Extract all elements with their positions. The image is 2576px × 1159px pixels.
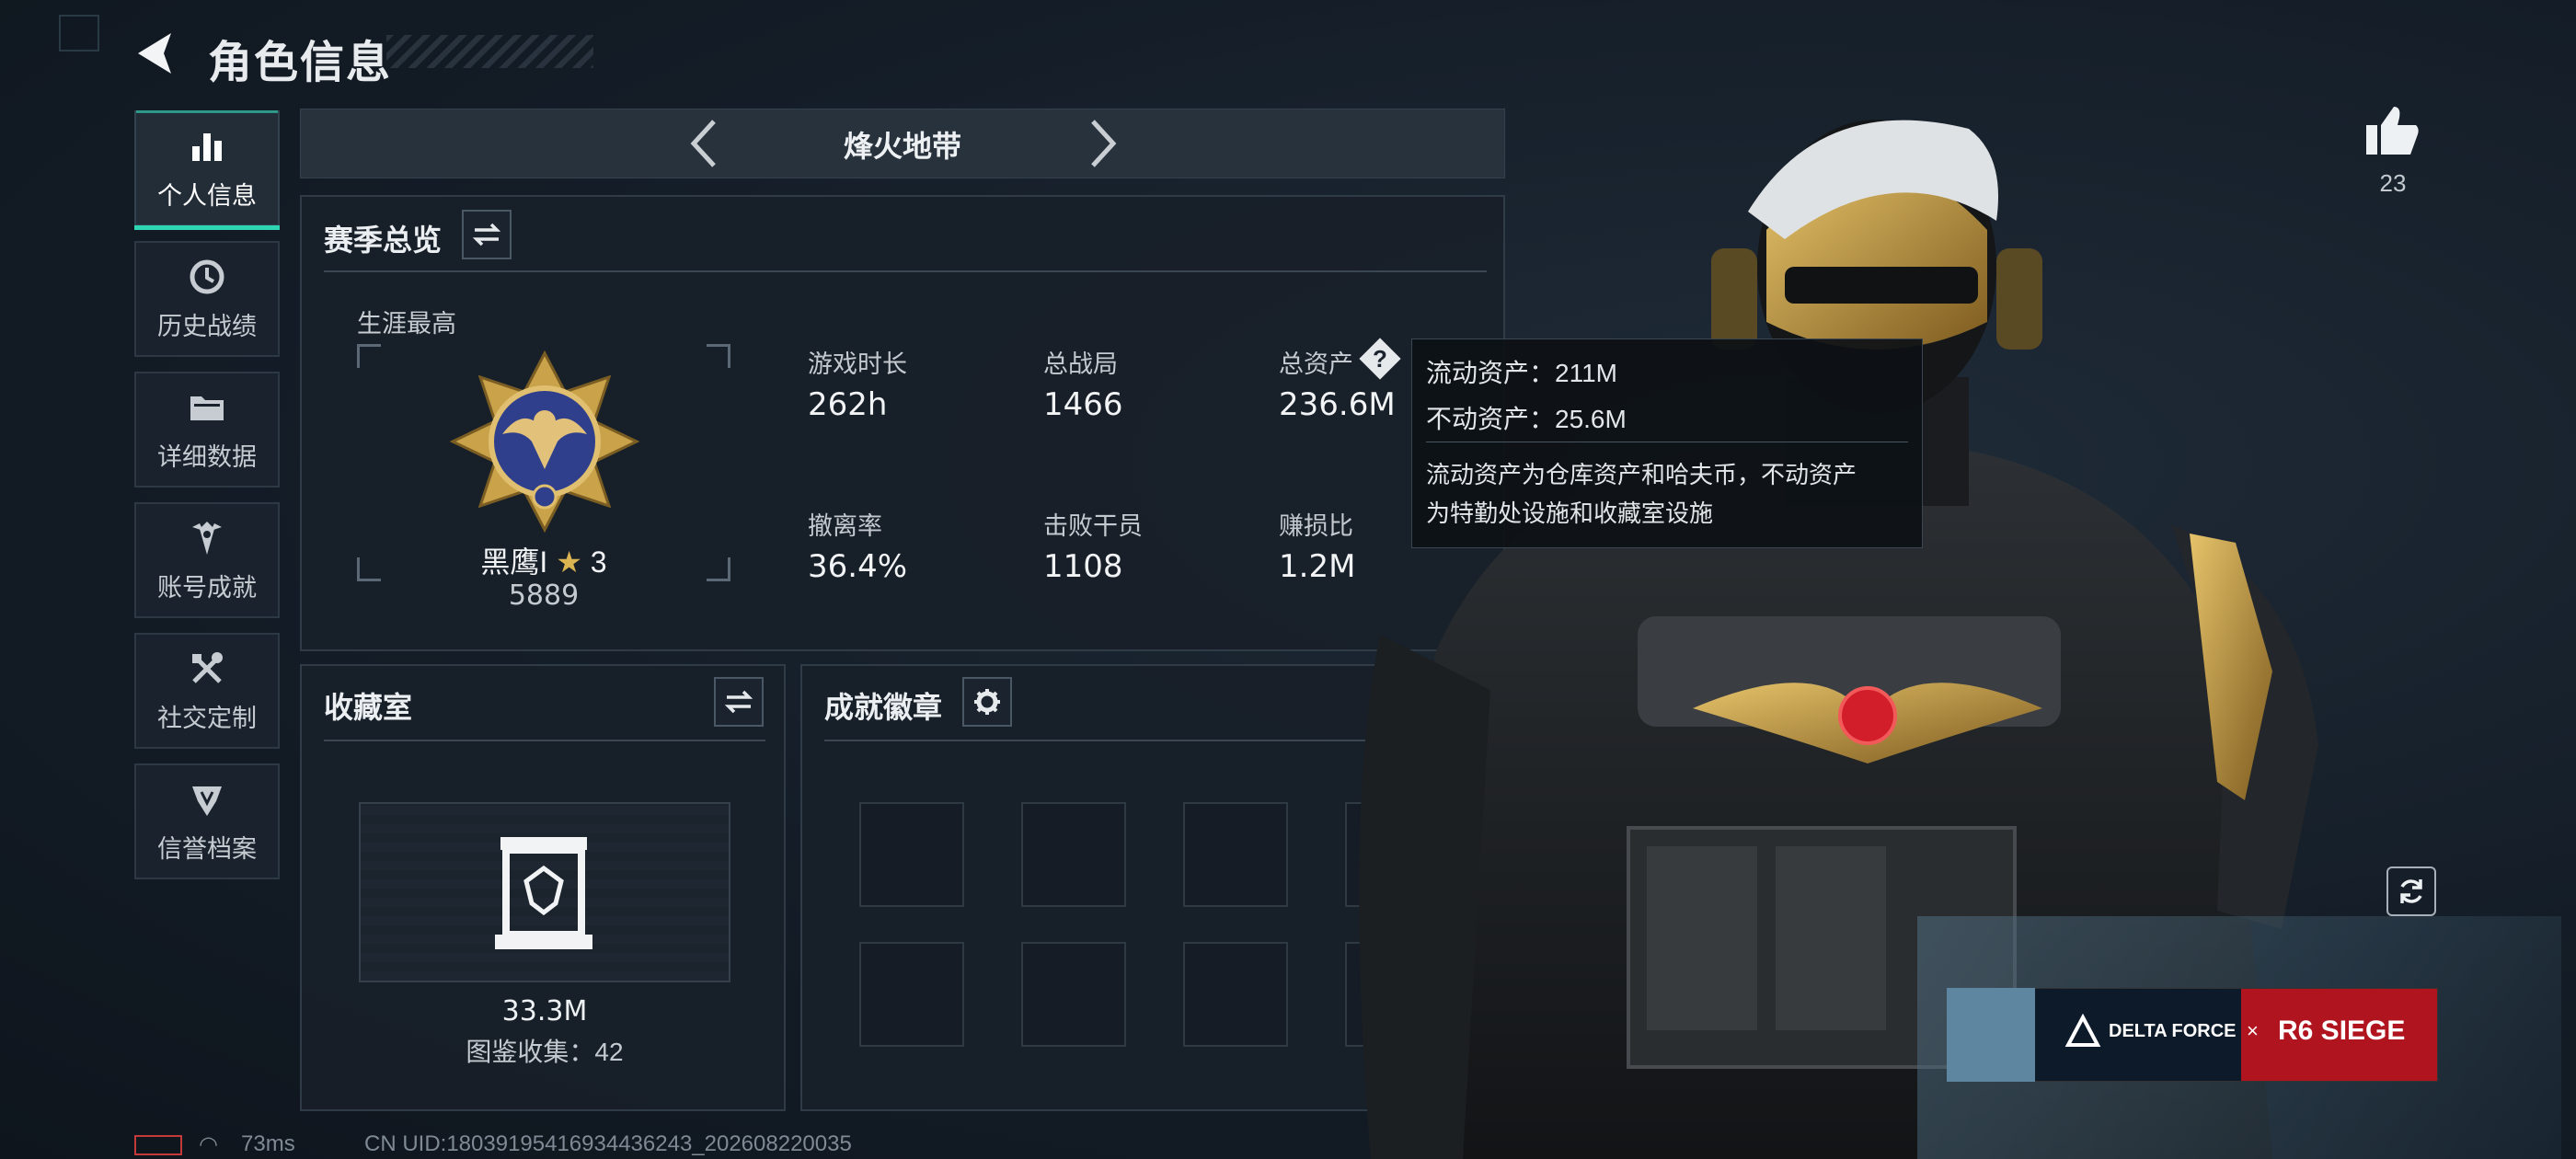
banner-brand2: R6 SIEGE — [2278, 1016, 2406, 1046]
thumbs-up-icon[interactable] — [2364, 103, 2421, 158]
star-icon: ★ — [556, 545, 582, 579]
rank-name: 黑鹰I — [480, 545, 548, 579]
display-case-icon — [495, 837, 592, 949]
sidebar-item-credit[interactable]: 信誉档案 — [134, 763, 280, 879]
gear-icon — [974, 689, 1000, 715]
rank-score: 5889 — [508, 580, 580, 612]
sidebar-item-label: 历史战绩 — [157, 312, 257, 340]
bar-chart-icon — [192, 132, 222, 161]
likes-count: 23 — [2379, 169, 2407, 197]
badges-settings-button[interactable] — [962, 677, 1012, 727]
delta-force-logo-icon — [2064, 1014, 2101, 1047]
collection-switch-button[interactable] — [714, 677, 764, 727]
stat-value-playtime: 262h — [808, 386, 888, 423]
page-title: 角色信息 — [208, 39, 393, 87]
badges-title: 成就徽章 — [824, 691, 943, 724]
collection-value: 33.3M — [501, 995, 588, 1027]
stat-label-kills: 击败干员 — [1043, 512, 1143, 540]
rank-emblem-icon — [449, 350, 640, 534]
sidebar-item-label: 详细数据 — [157, 442, 257, 471]
badge-slot[interactable] — [859, 942, 964, 1047]
wifi-icon: ◠ — [199, 1132, 218, 1157]
badge-slot[interactable] — [1021, 802, 1126, 907]
sidebar-item-history[interactable]: 历史战绩 — [134, 241, 280, 357]
sidebar-item-personal-info[interactable]: 个人信息 — [134, 110, 280, 230]
tooltip-desc-line2: 为特勤处设施和收藏室设施 — [1426, 499, 1714, 527]
stat-value-extraction-rate: 36.4% — [808, 548, 908, 585]
badge-slot[interactable] — [1183, 802, 1288, 907]
banner-avatar — [1947, 988, 2035, 1082]
tools-icon — [192, 651, 223, 683]
title-stripes-decoration — [386, 35, 593, 68]
sidebar-item-label: 账号成就 — [157, 573, 257, 602]
badge-slot[interactable] — [859, 802, 964, 907]
history-icon — [190, 259, 224, 293]
uid-text: CN UID:18039195416934436243_202608220035 — [364, 1131, 852, 1156]
credit-icon — [192, 786, 222, 816]
stat-label-total-matches: 总战局 — [1043, 350, 1118, 378]
banner-brand1: DELTA FORCE — [2109, 1021, 2237, 1041]
badge-slot[interactable] — [1021, 942, 1126, 1047]
rank-stars: 3 — [590, 545, 607, 579]
sidebar-item-label: 社交定制 — [157, 704, 257, 732]
rank-name-row: 黑鹰I ★ 3 — [357, 539, 730, 581]
collection-title: 收藏室 — [324, 691, 413, 724]
season-switch-button[interactable] — [462, 210, 512, 259]
battery-icon — [134, 1135, 182, 1155]
tooltip-fixed-assets: 不动资产：25.6M — [1426, 405, 1627, 433]
refresh-button[interactable] — [2386, 866, 2436, 916]
swap-icon — [724, 690, 753, 714]
stat-label-extraction-rate: 撤离率 — [808, 512, 882, 540]
ping-value: 73ms — [241, 1131, 295, 1156]
badge-slot[interactable] — [1183, 942, 1288, 1047]
season-title: 赛季总览 — [324, 224, 443, 257]
panel-divider — [324, 740, 765, 741]
sidebar-item-detail-data[interactable]: 详细数据 — [134, 372, 280, 488]
corner-decoration — [59, 15, 99, 52]
tooltip-desc-line1: 流动资产为仓库资产和哈夫币，不动资产 — [1426, 461, 1857, 488]
back-arrow-icon[interactable] — [129, 26, 184, 81]
chevron-right-icon[interactable] — [1084, 116, 1121, 171]
sidebar-item-social[interactable]: 社交定制 — [134, 633, 280, 749]
sidebar-item-label: 个人信息 — [157, 181, 257, 210]
banner-x: × — [2247, 1019, 2259, 1042]
sidebar-item-achievements[interactable]: 账号成就 — [134, 502, 280, 618]
stat-label-playtime: 游戏时长 — [808, 350, 907, 378]
refresh-icon — [2400, 879, 2422, 903]
achievement-icon — [192, 521, 222, 555]
collection-count: 图鉴收集：42 — [466, 1038, 624, 1066]
stat-value-total-matches: 1466 — [1043, 386, 1123, 423]
folder-icon — [190, 396, 224, 420]
swap-icon — [472, 223, 501, 247]
stat-value-kills: 1108 — [1043, 548, 1123, 585]
tooltip-liquid-assets: 流动资产：211M — [1426, 359, 1617, 387]
sidebar-item-label: 信誉档案 — [157, 834, 257, 863]
career-best-label: 生涯最高 — [357, 310, 456, 338]
